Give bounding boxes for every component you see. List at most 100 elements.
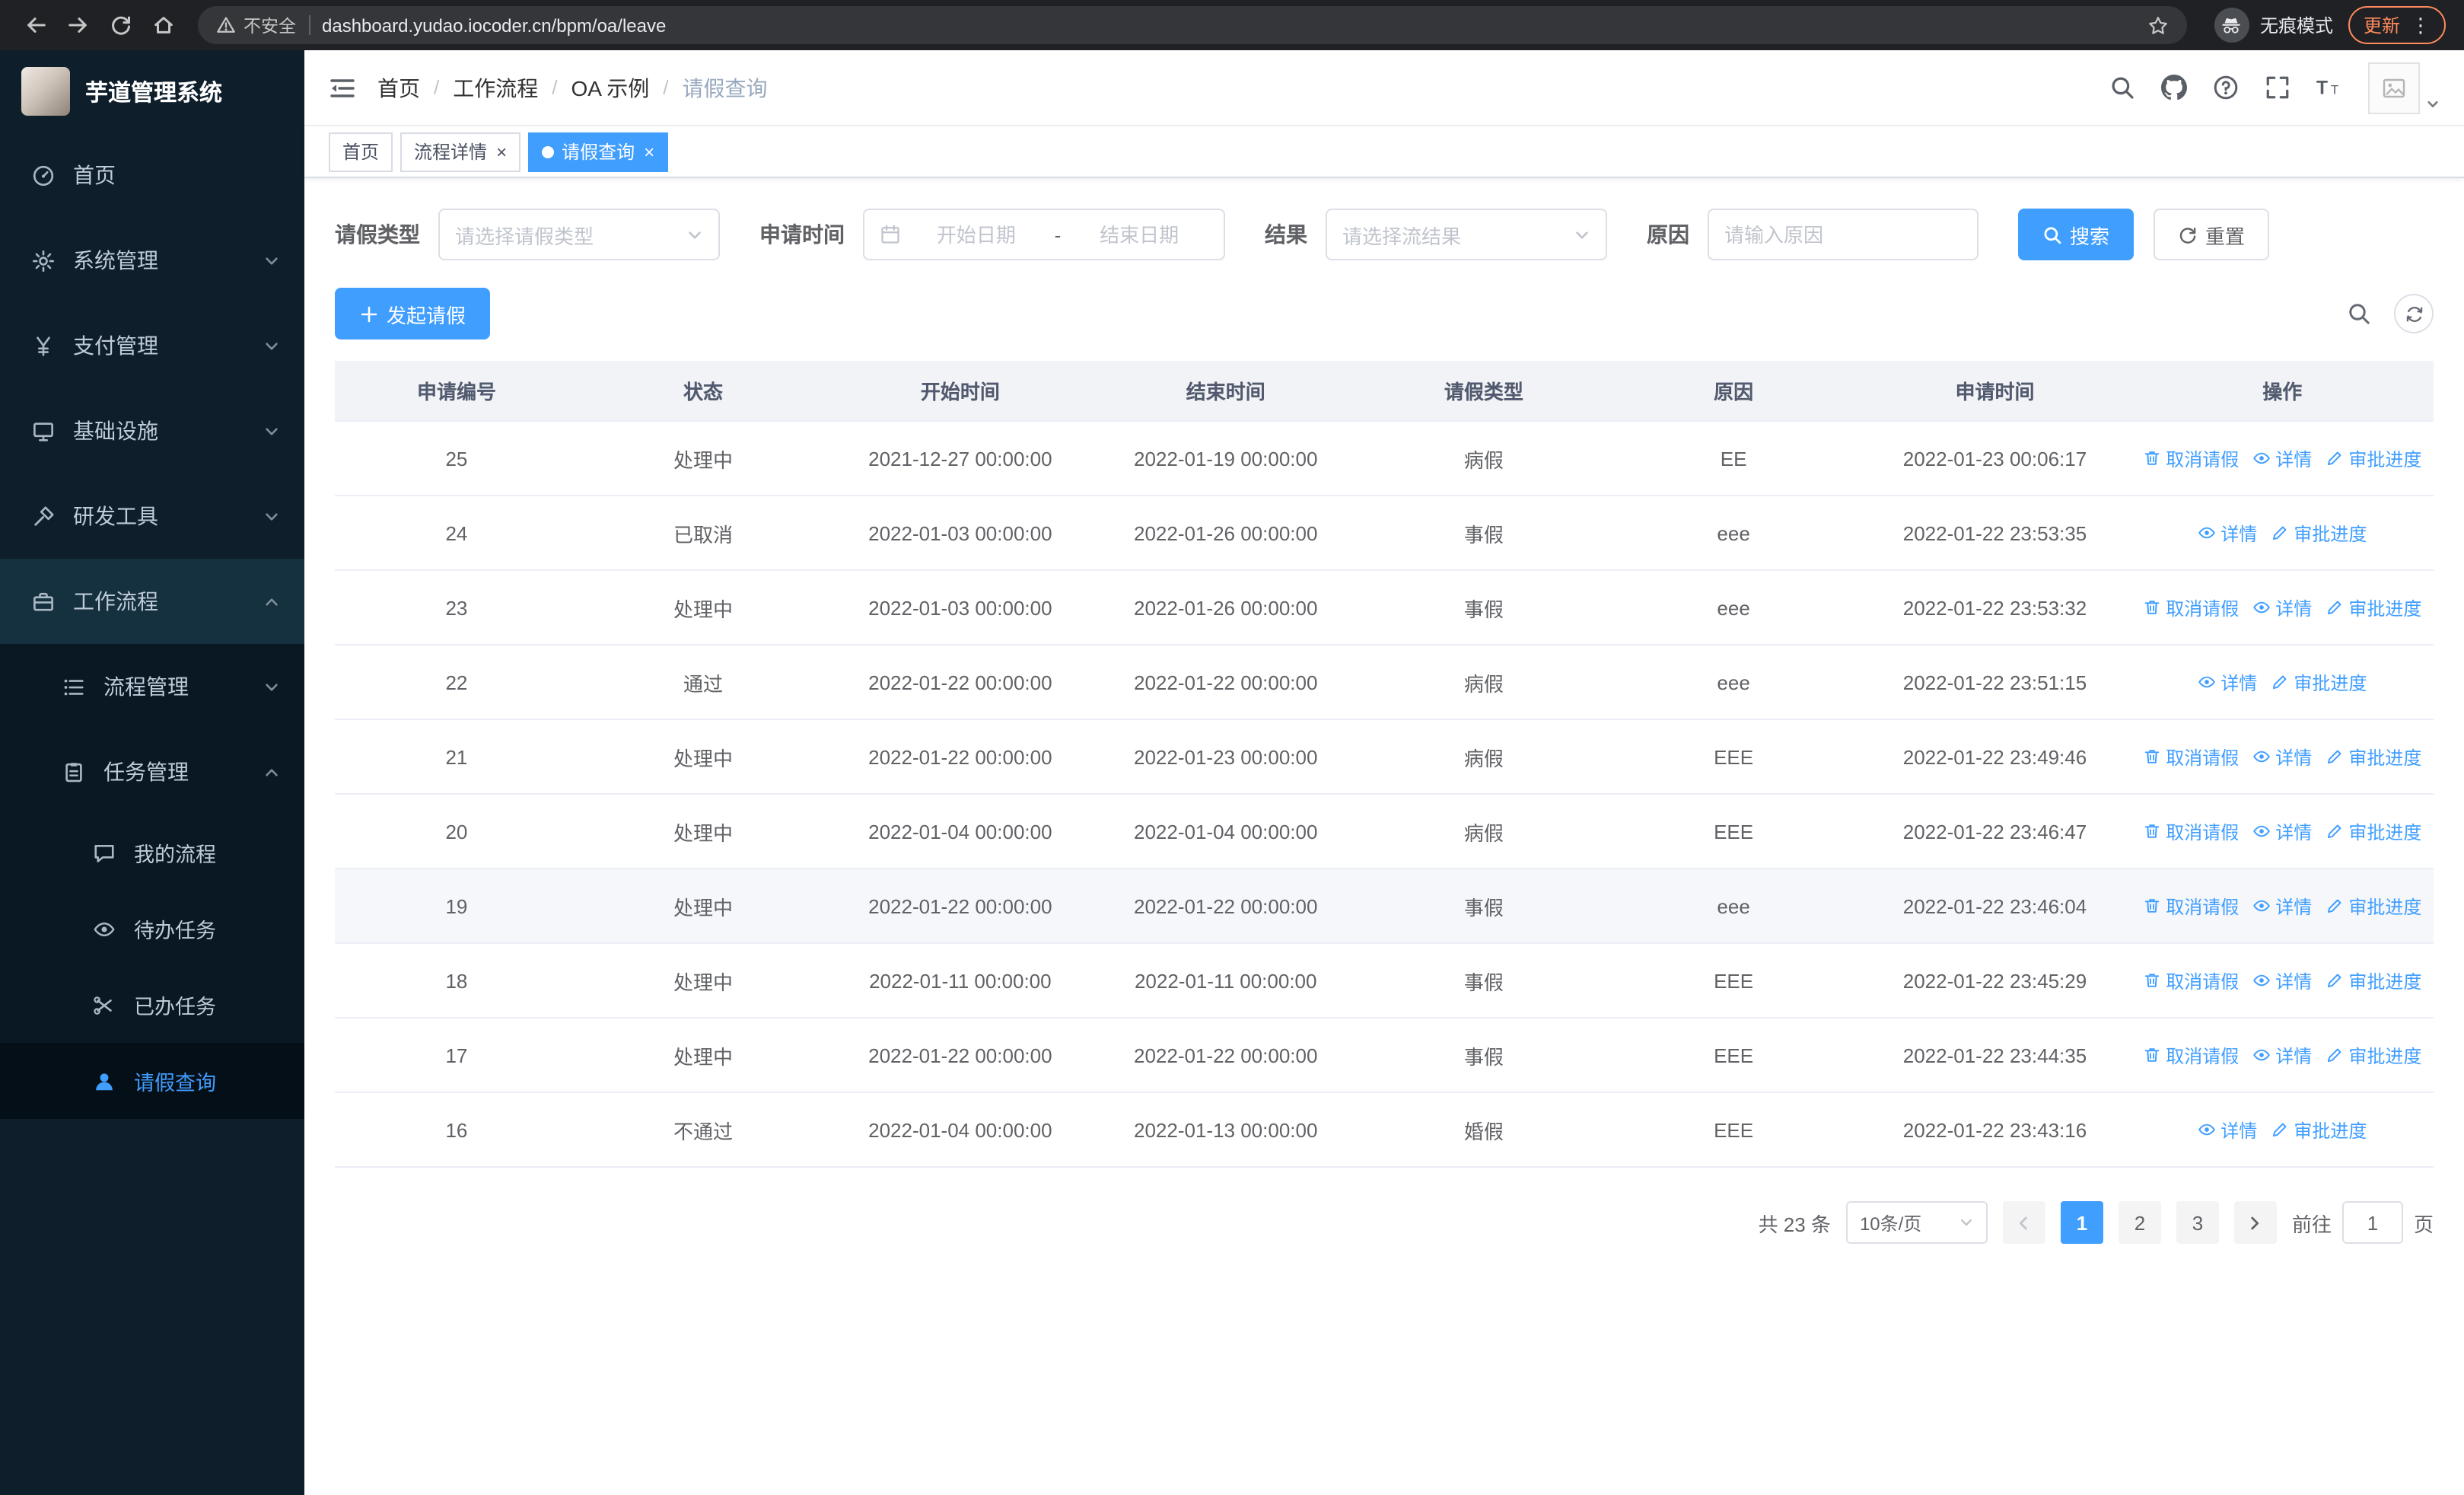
sidebar-item-user[interactable]: 请假查询 (0, 1043, 304, 1119)
tab-2[interactable]: 请假查询 × (528, 132, 669, 171)
approval-progress-link[interactable]: 审批进度 (2271, 669, 2367, 695)
browser-menu-icon[interactable]: ⋮ (2411, 15, 2431, 35)
done-icon (91, 993, 116, 1016)
eye-icon (91, 917, 116, 940)
cell-actions: 详情 审批进度 (2131, 669, 2434, 695)
cancel-leave-link[interactable]: 取消请假 (2143, 1042, 2239, 1068)
approval-progress-link[interactable]: 审批进度 (2326, 744, 2421, 770)
cancel-leave-link[interactable]: 取消请假 (2143, 594, 2239, 620)
pen-icon (2326, 1046, 2344, 1064)
sidebar-item-done[interactable]: 已办任务 (0, 967, 304, 1043)
tab-label: 请假查询 (562, 142, 635, 163)
approval-progress-link[interactable]: 审批进度 (2326, 967, 2421, 993)
approval-progress-link[interactable]: 审批进度 (2326, 594, 2421, 620)
cell-end: 2022-01-13 00:00:00 (1134, 1118, 1318, 1141)
breadcrumb-item[interactable]: 首页 (377, 72, 420, 103)
github-icon[interactable] (2161, 75, 2187, 100)
detail-link[interactable]: 详情 (2252, 445, 2312, 471)
tab-1[interactable]: 流程详情 × (400, 132, 521, 171)
detail-link[interactable]: 详情 (2252, 744, 2312, 770)
detail-link[interactable]: 详情 (2198, 520, 2257, 546)
date-range-picker[interactable]: - (863, 209, 1225, 260)
detail-link[interactable]: 详情 (2252, 1042, 2312, 1068)
search-button[interactable]: 搜索 (2018, 209, 2135, 260)
table-row: 17 处理中 2022-01-22 00:00:00 2022-01-22 00:00… (335, 1018, 2434, 1093)
detail-link[interactable]: 详情 (2252, 594, 2312, 620)
sidebar-item-process[interactable]: 流程管理 (0, 644, 304, 729)
sidebar-item-yen[interactable]: 支付管理 (0, 303, 304, 388)
browser-reload-button[interactable] (100, 5, 140, 45)
browser-back-button[interactable] (15, 5, 55, 45)
detail-link[interactable]: 详情 (2252, 818, 2312, 844)
breadcrumb-item[interactable]: 工作流程 (453, 72, 538, 103)
approval-progress-link[interactable]: 审批进度 (2326, 1042, 2421, 1068)
cell-end: 2022-01-19 00:00:00 (1134, 447, 1318, 470)
search-icon[interactable] (2109, 75, 2135, 100)
page-size-select[interactable]: 10条/页 (1845, 1201, 1988, 1244)
approval-progress-link[interactable]: 审批进度 (2326, 893, 2421, 919)
cancel-leave-link[interactable]: 取消请假 (2143, 818, 2239, 844)
toggle-search-icon[interactable] (2347, 301, 2371, 326)
approval-progress-link[interactable]: 审批进度 (2326, 818, 2421, 844)
sidebar-item-chat[interactable]: 我的流程 (0, 814, 304, 891)
sidebar-item-tools[interactable]: 研发工具 (0, 473, 304, 559)
tab-0[interactable]: 首页 (329, 132, 393, 171)
security-warning[interactable]: 不安全 (216, 13, 296, 37)
cancel-leave-link[interactable]: 取消请假 (2143, 967, 2239, 993)
breadcrumb-item[interactable]: OA 示例 (571, 72, 650, 103)
bookmark-star-icon[interactable] (2147, 14, 2169, 36)
fullscreen-icon[interactable] (2265, 75, 2291, 100)
browser-update-button[interactable]: 更新 ⋮ (2348, 6, 2446, 44)
approval-progress-link[interactable]: 审批进度 (2271, 1117, 2367, 1143)
result-select[interactable]: 请选择流结果 (1326, 209, 1607, 260)
help-icon[interactable] (2213, 75, 2239, 100)
detail-link[interactable]: 详情 (2198, 669, 2257, 695)
refresh-table-icon[interactable] (2394, 294, 2434, 333)
sidebar-item-infra[interactable]: 基础设施 (0, 388, 304, 473)
menu-item-label: 首页 (73, 163, 116, 187)
cell-end: 2022-01-04 00:00:00 (1134, 820, 1318, 843)
tools-icon (30, 505, 55, 528)
cancel-leave-link[interactable]: 取消请假 (2143, 445, 2239, 471)
font-size-icon[interactable]: TT (2316, 75, 2342, 100)
sidebar-item-workflow[interactable]: 工作流程 (0, 559, 304, 644)
table-row: 21 处理中 2022-01-22 00:00:00 2022-01-23 00:00… (335, 720, 2434, 795)
page-button-2[interactable]: 2 (2118, 1201, 2161, 1244)
sidebar-item-task[interactable]: 任务管理 (0, 729, 304, 814)
end-date-input[interactable] (1070, 223, 1208, 246)
cancel-leave-link[interactable]: 取消请假 (2143, 744, 2239, 770)
detail-link[interactable]: 详情 (2198, 1117, 2257, 1143)
cancel-leave-link[interactable]: 取消请假 (2143, 893, 2239, 919)
sidebar-item-dashboard[interactable]: 首页 (0, 132, 304, 218)
browser-forward-button[interactable] (58, 5, 97, 45)
address-bar[interactable]: 不安全 dashboard.yudao.iocoder.cn/bpm/oa/le… (198, 6, 2187, 44)
hamburger-icon[interactable] (329, 74, 356, 101)
prev-page-button[interactable] (2002, 1201, 2045, 1244)
page-button-3[interactable]: 3 (2176, 1201, 2219, 1244)
reset-button[interactable]: 重置 (2154, 209, 2270, 260)
sidebar-item-eye[interactable]: 待办任务 (0, 891, 304, 967)
pen-icon (2326, 748, 2344, 766)
cell-actions: 取消请假 详情 审批进度 (2131, 445, 2434, 471)
detail-link[interactable]: 详情 (2252, 893, 2312, 919)
close-tab-icon[interactable]: × (496, 142, 507, 161)
divider (308, 15, 310, 35)
action-label: 详情 (2275, 448, 2313, 470)
sidebar-item-gear[interactable]: 系统管理 (0, 218, 304, 303)
start-date-input[interactable] (907, 223, 1046, 246)
close-tab-icon[interactable]: × (644, 142, 654, 161)
page-button-1[interactable]: 1 (2060, 1201, 2103, 1244)
update-label: 更新 (2363, 15, 2400, 37)
cell-type: 事假 (1463, 896, 1504, 919)
browser-home-button[interactable] (143, 5, 183, 45)
approval-progress-link[interactable]: 审批进度 (2326, 445, 2421, 471)
next-page-button[interactable] (2233, 1201, 2277, 1244)
detail-link[interactable]: 详情 (2252, 967, 2312, 993)
reason-input[interactable] (1709, 210, 1977, 259)
reload-icon (109, 14, 132, 37)
create-leave-button[interactable]: 发起请假 (335, 288, 491, 339)
goto-page-input[interactable] (2341, 1201, 2403, 1244)
leave-type-select[interactable]: 请选择请假类型 (438, 209, 720, 260)
user-avatar[interactable] (2368, 62, 2440, 113)
approval-progress-link[interactable]: 审批进度 (2271, 520, 2367, 546)
